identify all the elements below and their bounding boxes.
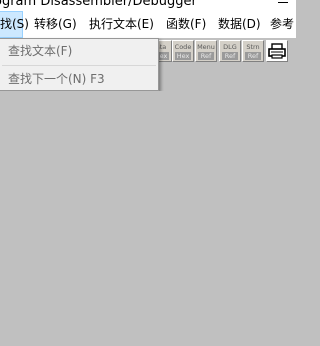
menu-goto[interactable]: 转移(G) (32, 11, 79, 38)
menu-goto-label: 转移(G) (34, 17, 77, 31)
menu-references[interactable]: 参考 (268, 11, 296, 38)
workspace (0, 91, 296, 346)
find-text-label: 查找文本(F) (8, 44, 73, 58)
menu-functions-label: 函数(F) (166, 17, 207, 31)
menu-data[interactable]: 数据(D) (216, 11, 263, 38)
dlg-ref-sublabel: Ref (222, 52, 238, 60)
menu-references-label: 参考 (270, 17, 295, 31)
menu-bar: 找(S) 转移(G) 执行文本(E) 函数(F) 数据(D) 参考 (0, 11, 296, 38)
dlg-ref-icon: DLG (223, 43, 237, 51)
printer-icon (268, 43, 286, 59)
menu-ref-sublabel: Ref (198, 52, 214, 60)
string-ref-button[interactable]: Strn Ref (242, 40, 264, 62)
menu-separator (2, 65, 156, 66)
string-ref-sublabel: Ref (245, 52, 261, 60)
title-bar: ogram Disassembler/Debugger (0, 0, 296, 11)
menu-search[interactable]: 找(S) (0, 11, 29, 38)
code-hex-button[interactable]: Code Hex (172, 40, 194, 62)
code-hex-sublabel: Hex (175, 52, 191, 60)
menu-ref-button[interactable]: Menu Ref (195, 40, 217, 62)
application-window: ogram Disassembler/Debugger 找(S) 转移(G) 执… (0, 0, 296, 346)
menu-functions[interactable]: 函数(F) (164, 11, 208, 38)
toolbar: ata Hex Code Hex Menu Ref DLG Ref Strn R… (150, 38, 296, 64)
print-button[interactable] (266, 40, 288, 62)
minimize-icon[interactable] (278, 2, 288, 3)
find-next-menu-item[interactable]: 查找下一个(N) F3 (8, 70, 105, 87)
find-next-label: 查找下一个(N) F3 (8, 72, 105, 86)
menu-execute-text-label: 执行文本(E) (89, 17, 154, 31)
menu-data-label: 数据(D) (218, 17, 261, 31)
menu-search-label: 找(S) (0, 17, 29, 31)
menu-ref-icon: Menu (197, 43, 215, 51)
find-text-menu-item[interactable]: 查找文本(F) (8, 42, 72, 59)
menu-execute-text[interactable]: 执行文本(E) (87, 11, 156, 38)
code-hex-icon: Code (174, 43, 192, 51)
string-ref-icon: Strn (246, 43, 260, 51)
search-dropdown-menu: 查找文本(F) 查找下一个(N) F3 (0, 38, 159, 91)
dlg-ref-button[interactable]: DLG Ref (219, 40, 241, 62)
window-title: ogram Disassembler/Debugger (0, 0, 197, 9)
